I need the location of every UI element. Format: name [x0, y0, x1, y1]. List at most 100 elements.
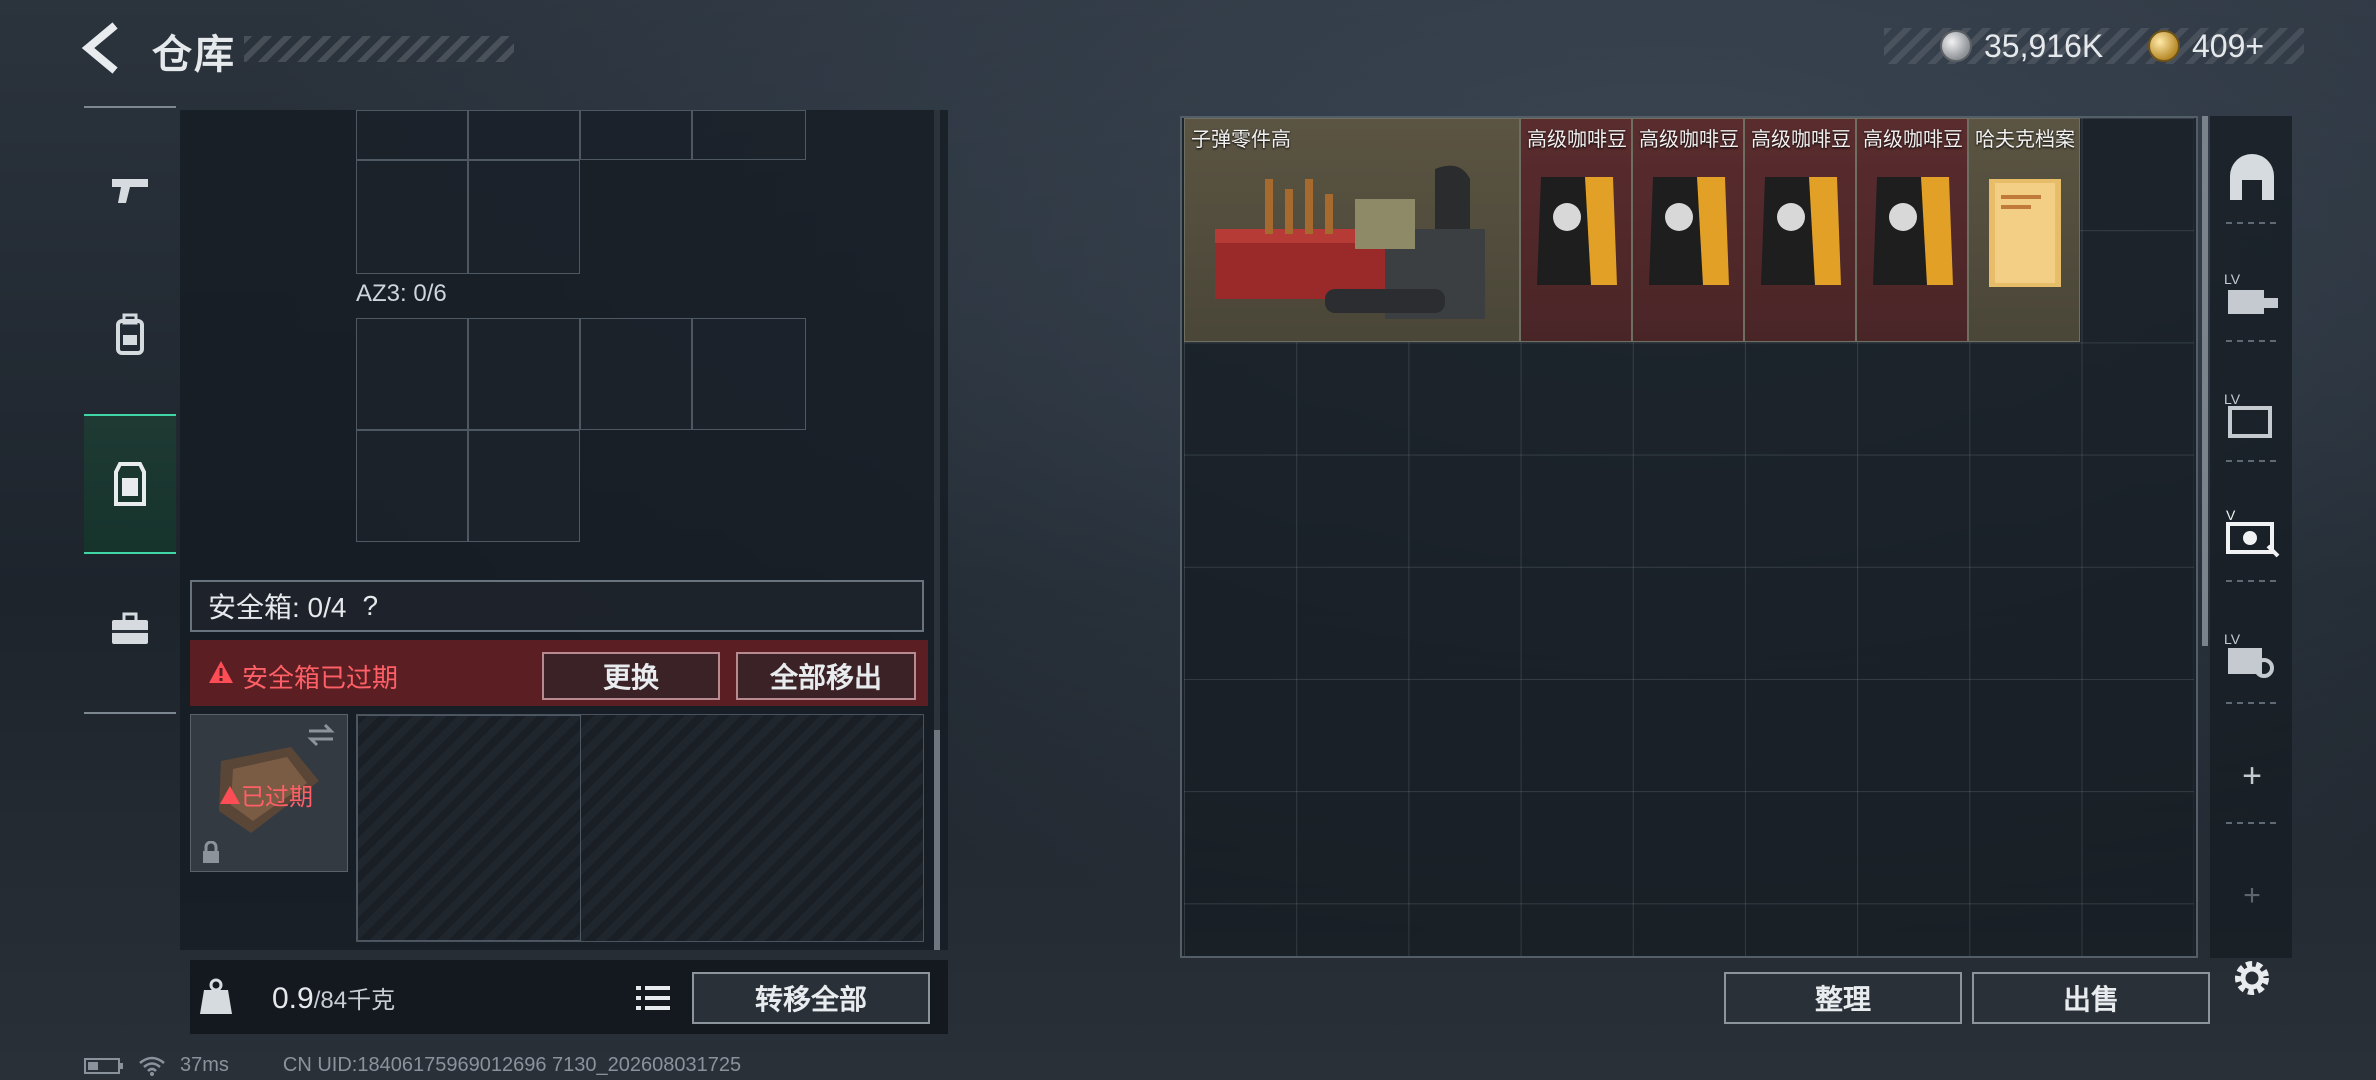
grid-slot[interactable] — [356, 160, 468, 274]
swap-icon[interactable] — [305, 723, 337, 747]
coffee-bag-icon — [1761, 177, 1841, 285]
az3-slot[interactable] — [468, 318, 580, 430]
item-name: 子弹零件高 — [1191, 129, 1291, 151]
coffee-bag-icon — [1873, 177, 1953, 285]
tab-lv-camera[interactable]: V — [2220, 500, 2284, 564]
arch-icon — [2230, 154, 2274, 200]
item-name: 高级咖啡豆 — [1751, 129, 1851, 151]
stash-item-coffee[interactable]: 高级咖啡豆 — [1520, 118, 1632, 342]
safebox-slot[interactable] — [357, 715, 581, 941]
vest-icon — [114, 462, 146, 506]
weight-kg-icon — [200, 978, 232, 1014]
help-icon[interactable]: ? — [362, 590, 378, 622]
safebox-case-tile[interactable]: 已过期 — [190, 714, 348, 872]
item-name: 哈夫克档案 — [1975, 129, 2075, 151]
ping-readout: 37ms — [180, 1054, 229, 1076]
silver-amount: 35,916K — [1984, 27, 2104, 64]
lock-icon — [203, 841, 219, 863]
grid-slot[interactable] — [468, 110, 580, 160]
tab-lv-crate[interactable]: LV — [2220, 262, 2284, 326]
az3-slot[interactable] — [356, 318, 468, 430]
safebox-slots-area[interactable] — [356, 714, 924, 942]
add-tab-button[interactable]: + — [2220, 744, 2284, 808]
briefcase-icon — [112, 612, 148, 644]
replace-button[interactable]: 更换 — [542, 652, 720, 700]
svg-text:LV: LV — [2224, 631, 2241, 647]
svg-text:LV: LV — [2224, 391, 2241, 407]
tab-lv-folder[interactable]: LV — [2220, 382, 2284, 446]
document-folder-icon — [1989, 179, 2061, 287]
uid-readout: CN UID:18406175969012696 7130_2026080317… — [282, 1054, 742, 1076]
weight-readout: 0.9/84千克 — [272, 980, 395, 1016]
sort-button[interactable]: 整理 — [1724, 972, 1962, 1024]
tab-divider — [2226, 702, 2276, 704]
az3-slot[interactable] — [356, 430, 468, 542]
stash-item-haavk-file[interactable]: 哈夫克档案 — [1968, 118, 2080, 342]
item-name: 高级咖啡豆 — [1863, 129, 1963, 151]
tab-case[interactable] — [84, 574, 176, 684]
az3-slot[interactable] — [580, 318, 692, 430]
stash-item-coffee[interactable]: 高级咖啡豆 — [1856, 118, 1968, 342]
page-title: 仓库 — [152, 33, 236, 77]
stash-scrollbar[interactable] — [2202, 116, 2208, 646]
grid-slot[interactable] — [580, 110, 692, 160]
item-name: 高级咖啡豆 — [1639, 129, 1739, 151]
grid-slot[interactable] — [468, 160, 580, 274]
lv-camera-icon: V — [2226, 507, 2280, 558]
warning-icon — [209, 661, 233, 683]
tab-divider — [2226, 340, 2276, 342]
gear-icon — [2235, 961, 2269, 995]
move-all-out-button[interactable]: 全部移出 — [736, 652, 916, 700]
tab-container[interactable] — [84, 414, 176, 554]
sell-button[interactable]: 出售 — [1972, 972, 2210, 1024]
lv-gear-icon: LV — [2224, 631, 2274, 678]
az3-slot[interactable] — [468, 430, 580, 542]
expired-warning-text: 安全箱已过期 — [242, 663, 399, 693]
grid-slot[interactable] — [692, 110, 806, 160]
back-button[interactable] — [78, 22, 130, 74]
svg-text:V: V — [2226, 507, 2236, 523]
tab-divider — [2226, 460, 2276, 462]
weight-value: 0.9 — [272, 982, 314, 1015]
lv-crate-icon: LV — [2224, 271, 2278, 314]
gold-currency[interactable]: 409+ — [2148, 28, 2264, 64]
lv-folder-icon: LV — [2224, 391, 2272, 438]
tab-lv-gear[interactable]: LV — [2220, 622, 2284, 686]
case-expired-badge: 已过期 — [219, 777, 313, 812]
battery-icon — [84, 1057, 123, 1074]
stash-item-coffee[interactable]: 高级咖啡豆 — [1744, 118, 1856, 342]
left-tab-bar — [84, 106, 176, 714]
tab-divider — [2226, 822, 2276, 824]
grid-slot[interactable] — [356, 110, 468, 160]
silver-coin-icon — [1940, 30, 1972, 62]
pistol-icon — [112, 179, 148, 203]
tab-gear[interactable] — [84, 280, 176, 390]
silver-currency[interactable]: 35,916K — [1940, 28, 2103, 64]
tab-arch[interactable] — [2220, 146, 2284, 210]
az3-label: AZ3: 0/6 — [356, 280, 447, 307]
tab-divider — [2226, 580, 2276, 582]
warning-icon — [220, 785, 240, 804]
svg-text:LV: LV — [2224, 271, 2241, 287]
item-name: 高级咖啡豆 — [1527, 129, 1627, 151]
status-bar: 37ms CN UID:18406175969012696 7130_20260… — [84, 1054, 741, 1077]
wifi-icon — [139, 1056, 165, 1076]
left-scrollbar-thumb[interactable] — [934, 730, 940, 950]
coffee-bag-icon — [1649, 177, 1729, 285]
gold-coin-icon — [2148, 30, 2180, 62]
coffee-bag-icon — [1537, 177, 1617, 285]
backpack-icon — [116, 313, 144, 355]
weight-max: /84千克 — [313, 987, 396, 1014]
stash-item-bullet-parts[interactable]: 子弹零件高 — [1184, 118, 1520, 342]
settings-button[interactable] — [2226, 952, 2278, 1004]
safebox-label: 安全箱: 0/4 — [208, 592, 347, 623]
list-view-button[interactable] — [628, 978, 678, 1018]
stash-item-coffee[interactable]: 高级咖啡豆 — [1632, 118, 1744, 342]
transfer-all-button[interactable]: 转移全部 — [692, 972, 930, 1024]
tab-weapon[interactable] — [84, 136, 176, 246]
expired-banner: 安全箱已过期 更换 全部移出 — [190, 640, 928, 706]
gold-amount: 409+ — [2192, 27, 2265, 64]
back-arrow-icon — [81, 22, 118, 74]
list-icon — [636, 986, 670, 1010]
az3-slot[interactable] — [692, 318, 806, 430]
